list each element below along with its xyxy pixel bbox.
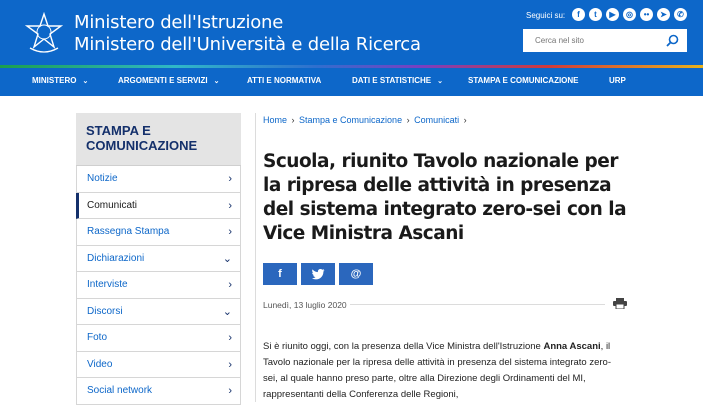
- sidebar-item-comunicati[interactable]: Comunicati ›: [76, 192, 241, 219]
- sidebar-item-social-network[interactable]: Social network ›: [76, 378, 241, 405]
- whatsapp-icon[interactable]: ✆: [674, 8, 687, 21]
- facebook-icon[interactable]: f: [572, 8, 585, 21]
- article-date: Lunedì, 13 luglio 2020: [263, 300, 347, 310]
- breadcrumb-comunicati[interactable]: Comunicati: [414, 115, 459, 125]
- sidebar-item-notizie[interactable]: Notizie ›: [76, 166, 241, 193]
- breadcrumb-home[interactable]: Home: [263, 115, 287, 125]
- search-input[interactable]: [523, 29, 653, 52]
- chevron-down-icon: ⌄: [82, 78, 89, 85]
- date-rule: [350, 304, 605, 305]
- color-band-divider: [0, 65, 703, 68]
- article-body: Si è riunito oggi, con la presenza della…: [263, 341, 611, 400]
- nav-stampa-comunicazione[interactable]: STAMPA E COMUNICAZIONE: [468, 76, 579, 85]
- telegram-icon[interactable]: ➤: [657, 8, 670, 21]
- nav-ministero[interactable]: MINISTERO ⌄: [32, 76, 88, 85]
- print-icon[interactable]: [613, 298, 627, 309]
- breadcrumb-separator: ›: [461, 115, 467, 125]
- sidebar-item-video[interactable]: Video ›: [76, 351, 241, 378]
- content-divider: [255, 113, 256, 402]
- chevron-right-icon: ›: [228, 332, 232, 344]
- chevron-down-icon: ⌄: [222, 252, 232, 265]
- sidebar-item-interviste[interactable]: Interviste ›: [76, 272, 241, 299]
- search-icon[interactable]: [666, 34, 679, 47]
- chevron-right-icon: ›: [228, 358, 232, 371]
- sidebar-item-dichiarazioni[interactable]: Dichiarazioni ⌄: [76, 245, 241, 272]
- chevron-right-icon: ›: [228, 226, 232, 238]
- article-body-bold: Anna Ascani: [543, 341, 601, 352]
- nav-dati-statistiche[interactable]: DATI E STATISTICHE ⌄: [352, 76, 443, 85]
- sidebar-menu: STAMPA E COMUNICAZIONE Notizie › Comunica…: [76, 113, 241, 405]
- flickr-icon[interactable]: ••: [640, 8, 653, 21]
- twitter-icon: [311, 268, 324, 280]
- chevron-right-icon: ›: [228, 385, 232, 397]
- chevron-right-icon: ›: [228, 279, 232, 291]
- chevron-down-icon: ⌄: [437, 78, 443, 85]
- youtube-icon[interactable]: ▶: [606, 8, 619, 21]
- social-label: Seguici su:: [526, 11, 566, 20]
- chevron-down-icon: ⌄: [213, 78, 220, 85]
- nav-urp[interactable]: URP: [609, 76, 626, 85]
- breadcrumb: Home › Stampa e Comunicazione › Comunica…: [263, 115, 469, 125]
- sidebar-item-foto[interactable]: Foto ›: [76, 325, 241, 352]
- nav-argomenti-servizi[interactable]: ARGOMENTI E SERVIZI ⌄: [118, 76, 220, 85]
- twitter-icon[interactable]: t: [589, 8, 602, 21]
- site-header: Ministero dell'Istruzione Ministero dell…: [0, 0, 703, 96]
- search-box: [523, 29, 687, 52]
- sidebar-heading[interactable]: STAMPA E COMUNICAZIONE: [76, 113, 241, 166]
- twitter-share-button[interactable]: [301, 263, 335, 285]
- sidebar-item-rassegna-stampa[interactable]: Rassegna Stampa ›: [76, 219, 241, 246]
- instagram-icon[interactable]: ◎: [623, 8, 636, 21]
- breadcrumb-separator: ›: [289, 115, 298, 125]
- breadcrumb-stampa[interactable]: Stampa e Comunicazione: [299, 115, 402, 125]
- chevron-down-icon: ⌄: [222, 305, 232, 318]
- sidebar-item-discorsi[interactable]: Discorsi ⌄: [76, 298, 241, 325]
- facebook-share-button[interactable]: f: [263, 263, 297, 285]
- chevron-right-icon: ›: [228, 199, 232, 212]
- article-title: Scuola, riunito Tavolo nazionale per la …: [263, 151, 627, 244]
- chevron-right-icon: ›: [228, 173, 232, 185]
- site-title-line2[interactable]: Ministero dell'Università e della Ricerc…: [74, 34, 421, 55]
- nav-atti-normativa[interactable]: ATTI E NORMATIVA: [247, 76, 321, 85]
- site-title-line1[interactable]: Ministero dell'Istruzione: [74, 12, 283, 33]
- email-share-button[interactable]: @: [339, 263, 373, 285]
- republic-emblem-logo[interactable]: [25, 12, 63, 54]
- breadcrumb-separator: ›: [404, 115, 413, 125]
